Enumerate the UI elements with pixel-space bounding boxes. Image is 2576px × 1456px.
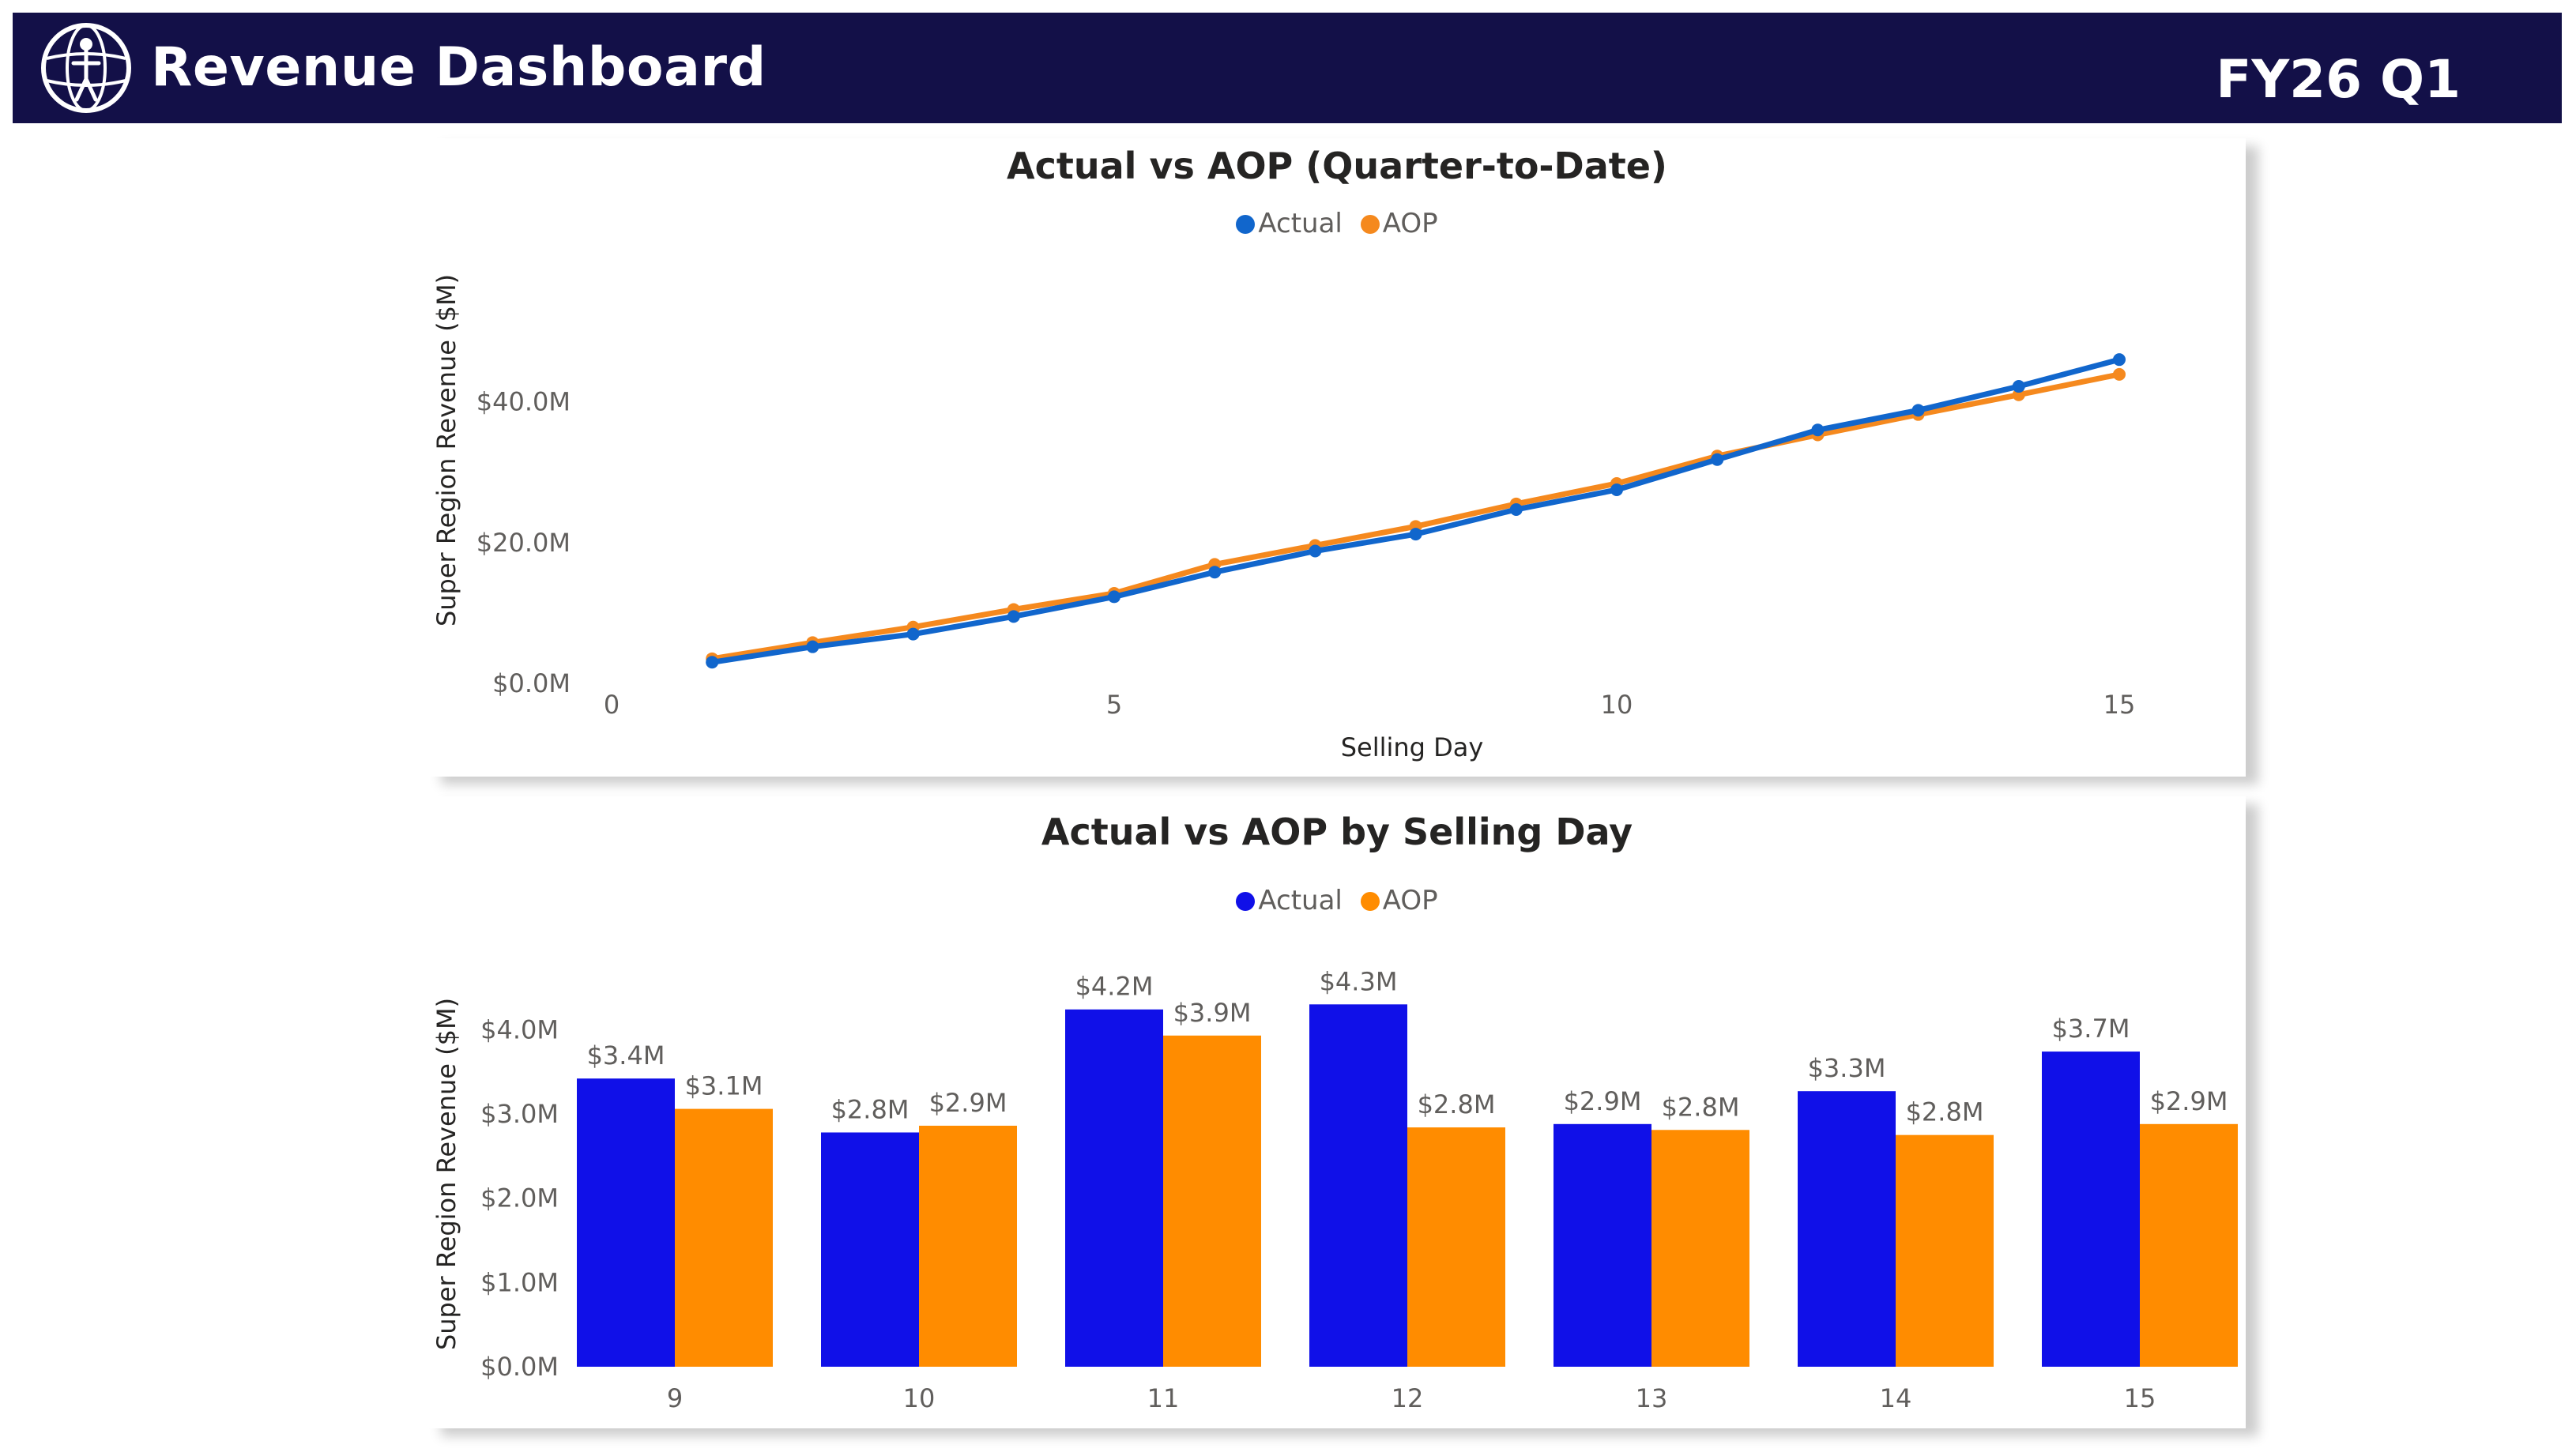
y-tick-label: $2.0M [480, 1183, 559, 1213]
data-point-actual[interactable] [1108, 590, 1120, 604]
bar-aop[interactable] [1896, 1134, 1994, 1367]
bar-actual[interactable] [1309, 1004, 1407, 1367]
data-label-aop: $2.8M [1662, 1092, 1740, 1122]
data-label-aop: $3.9M [1173, 998, 1252, 1028]
series-line-aop[interactable] [711, 371, 2120, 662]
data-point-actual[interactable] [1610, 483, 1623, 496]
data-label-aop: $2.9M [2150, 1086, 2228, 1116]
data-point-actual[interactable] [806, 640, 819, 653]
x-tick-label: 14 [1880, 1383, 1912, 1413]
y-tick-label: $3.0M [480, 1099, 559, 1129]
x-tick-label: 12 [1392, 1383, 1424, 1413]
line-chart-panel: Actual vs AOP (Quarter-to-Date) Actual A… [428, 138, 2246, 777]
data-point-actual[interactable] [1007, 610, 1020, 623]
x-axis-title: Selling Day [1341, 732, 1484, 762]
y-tick-label: $0.0M [492, 668, 571, 698]
bar-aop[interactable] [1407, 1127, 1505, 1367]
y-tick-label: $4.0M [480, 1014, 559, 1044]
app-title: Revenue Dashboard [151, 36, 766, 99]
x-tick-label: 15 [2103, 690, 2136, 720]
globe-figure-logo-icon [41, 23, 131, 113]
bar-aop[interactable] [1651, 1130, 1749, 1367]
data-point-actual[interactable] [2012, 380, 2025, 393]
data-point-actual[interactable] [1711, 453, 1724, 466]
bar-aop[interactable] [919, 1125, 1017, 1367]
data-point-actual[interactable] [2113, 353, 2126, 367]
data-label-actual: $3.3M [1808, 1053, 1886, 1083]
x-tick-label: 11 [1147, 1383, 1180, 1413]
data-point-actual[interactable] [706, 656, 719, 669]
x-tick-label: 10 [1601, 690, 1633, 720]
y-tick-label: $0.0M [480, 1352, 559, 1382]
bar-actual[interactable] [1554, 1123, 1651, 1367]
data-label-actual: $2.9M [1564, 1086, 1642, 1116]
header-bar: Revenue Dashboard FY26 Q1 [13, 13, 2562, 123]
data-point-actual[interactable] [1911, 404, 1925, 417]
y-tick-label: $40.0M [476, 387, 571, 417]
data-label-aop: $2.8M [1418, 1089, 1496, 1119]
data-point-actual[interactable] [906, 627, 920, 641]
y-axis-title: Super Region Revenue ($M) [431, 274, 461, 626]
data-label-aop: $3.1M [685, 1071, 763, 1101]
x-tick-label: 9 [667, 1383, 683, 1413]
x-tick-label: 15 [2124, 1383, 2156, 1413]
data-label-aop: $2.8M [1906, 1097, 1984, 1127]
data-label-actual: $4.2M [1075, 972, 1154, 1002]
y-tick-label: $20.0M [476, 528, 571, 558]
data-label-actual: $2.8M [831, 1094, 910, 1124]
fiscal-period-label: FY26 Q1 [2216, 49, 2461, 110]
series-line-actual[interactable] [711, 356, 2120, 665]
bar-actual[interactable] [2042, 1052, 2140, 1367]
x-tick-label: 10 [903, 1383, 936, 1413]
data-label-actual: $4.3M [1320, 966, 1398, 996]
data-label-aop: $2.9M [929, 1088, 1007, 1118]
bar-aop[interactable] [2140, 1123, 2238, 1367]
bar-actual[interactable] [577, 1078, 675, 1367]
data-point-actual[interactable] [1309, 544, 1322, 558]
bar-aop[interactable] [675, 1108, 773, 1367]
bar-aop[interactable] [1163, 1035, 1261, 1367]
data-label-actual: $3.4M [587, 1040, 665, 1070]
bar-chart-panel: Actual vs AOP by Selling Day Actual AOP … [428, 796, 2246, 1428]
data-point-actual[interactable] [1409, 528, 1422, 541]
bar-actual[interactable] [821, 1132, 919, 1367]
data-point-actual[interactable] [1811, 423, 1825, 437]
x-tick-label: 13 [1636, 1383, 1668, 1413]
x-tick-label: 5 [1106, 690, 1122, 720]
x-tick-label: 0 [604, 690, 620, 720]
line-chart-plot: $0.0M $20.0M $40.0M 0 5 10 15 Selling Day Super … [431, 274, 2136, 762]
data-point-actual[interactable] [1208, 566, 1222, 579]
data-point-aop[interactable] [2113, 367, 2126, 381]
bar-chart-plot: $0.0M $1.0M $2.0M $3.0M $4.0M Super Region Re… [431, 966, 2238, 1413]
data-point-actual[interactable] [1509, 502, 1523, 516]
data-label-actual: $3.7M [2052, 1014, 2130, 1044]
y-axis-title: Super Region Revenue ($M) [431, 998, 461, 1350]
bar-actual[interactable] [1798, 1091, 1896, 1367]
y-tick-label: $1.0M [480, 1267, 559, 1297]
bar-actual[interactable] [1065, 1009, 1163, 1367]
